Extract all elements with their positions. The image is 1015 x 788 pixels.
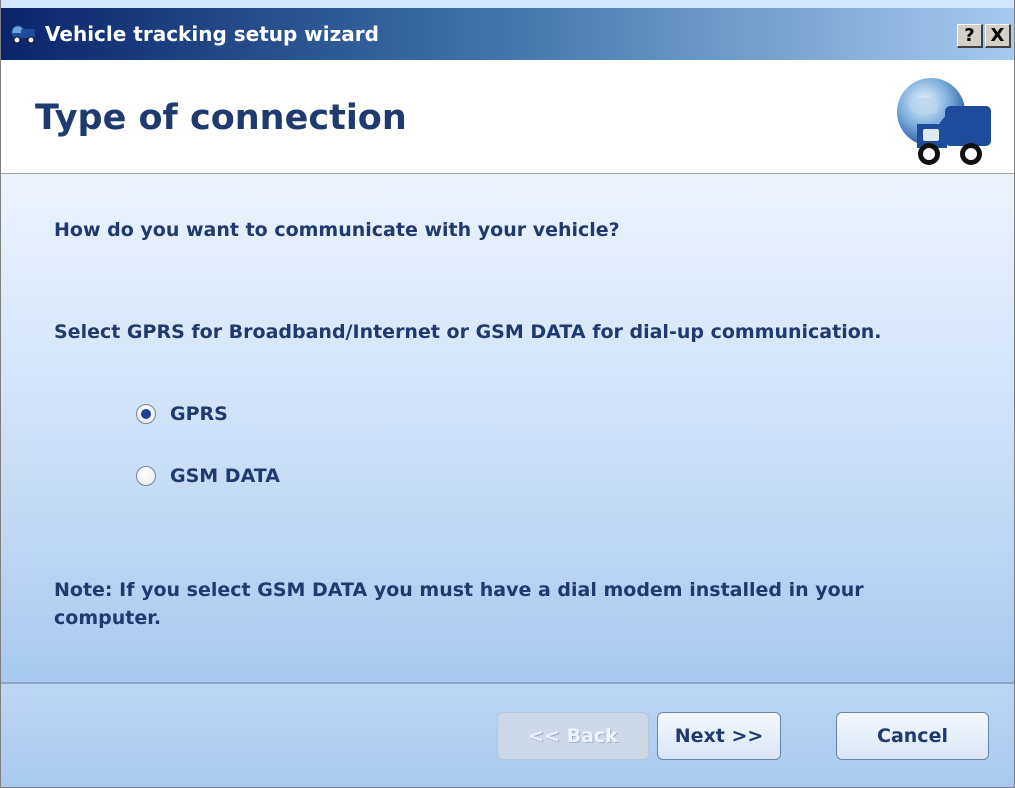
globe-truck-icon bbox=[897, 78, 991, 165]
next-button[interactable]: Next >> bbox=[657, 712, 781, 760]
gsm-data-radio-button[interactable] bbox=[136, 466, 156, 486]
gsm-data-radio-label[interactable]: GSM DATA bbox=[170, 462, 280, 490]
wizard-footer: << Back Next >> Cancel bbox=[1, 682, 1014, 787]
close-button[interactable]: X bbox=[985, 24, 1011, 48]
note-text: Note: If you select GSM DATA you must ha… bbox=[54, 579, 864, 629]
help-button[interactable]: ? bbox=[957, 24, 983, 48]
truck-icon bbox=[11, 25, 35, 44]
window-title: Vehicle tracking setup wizard bbox=[45, 22, 379, 46]
wizard-header: Type of connection bbox=[1, 60, 1014, 174]
question-text: How do you want to communicate with your… bbox=[54, 219, 620, 241]
title-bar[interactable]: Vehicle tracking setup wizard ? X bbox=[1, 8, 1014, 60]
page-title: Type of connection bbox=[35, 98, 407, 138]
gsm-data-radio-option[interactable]: GSM DATA bbox=[136, 462, 280, 490]
wizard-window: Vehicle tracking setup wizard ? X Type o… bbox=[0, 0, 1015, 788]
gprs-radio-option[interactable]: GPRS bbox=[136, 400, 228, 428]
gprs-radio-button[interactable] bbox=[136, 404, 156, 424]
cancel-button[interactable]: Cancel bbox=[836, 712, 989, 760]
wizard-content: How do you want to communicate with your… bbox=[1, 174, 1014, 682]
radio-selected-dot bbox=[141, 409, 151, 419]
back-button[interactable]: << Back bbox=[497, 712, 649, 760]
gprs-radio-label[interactable]: GPRS bbox=[170, 400, 228, 428]
instruction-text: Select GPRS for Broadband/Internet or GS… bbox=[54, 321, 882, 343]
